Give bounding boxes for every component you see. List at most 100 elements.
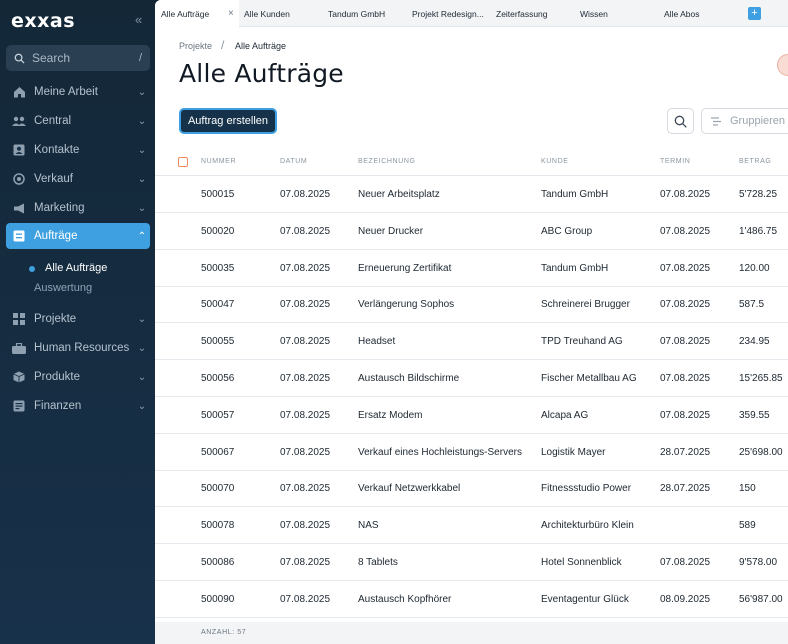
- cell-nummer: 500055: [201, 336, 235, 348]
- cell-nummer: 500035: [201, 262, 235, 274]
- cell-bezeichnung: NAS: [358, 520, 379, 532]
- cell-nummer: 500056: [201, 373, 235, 384]
- cell-datum: 07.08.2025: [280, 262, 331, 274]
- table-row[interactable]: 500035 07.08.2025 Erneuerung Zertifikat Tan…: [155, 250, 788, 287]
- tab-alle-kunden[interactable]: Alle Kunden: [244, 0, 290, 27]
- table-row[interactable]: 500020 07.08.2025 Neuer Drucker ABC Group 07…: [155, 213, 788, 250]
- table-row[interactable]: 500056 07.08.2025 Austausch Bildschirme Fis…: [155, 360, 788, 397]
- group-button[interactable]: Gruppieren: [701, 108, 788, 134]
- cell-datum: 07.08.2025: [280, 483, 331, 495]
- sidebar-item-label: Verkauf: [34, 173, 73, 185]
- column-header-nummer[interactable]: NUMMER: [201, 158, 236, 165]
- add-tab-icon[interactable]: +: [748, 7, 761, 20]
- cell-nummer: 500070: [201, 483, 235, 495]
- active-dot-icon: [29, 266, 35, 272]
- cell-kunde: Eventagentur Glück: [541, 593, 629, 605]
- tab-label: Zeiterfassung: [496, 9, 548, 19]
- tab-zeiterfassung[interactable]: Zeiterfassung: [496, 0, 548, 27]
- column-header-termin[interactable]: TERMIN: [660, 158, 690, 165]
- cell-datum: 07.08.2025: [280, 446, 331, 458]
- target-icon: [12, 172, 26, 186]
- table-footer: ANZAHL: 57: [155, 622, 788, 644]
- chevron-down-icon: ⌄: [137, 115, 147, 127]
- table-row[interactable]: 500086 07.08.2025 8 Tablets Hotel Sonnenbli…: [155, 544, 788, 581]
- sidebar-item-marketing[interactable]: Marketing ⌄: [6, 195, 150, 221]
- cell-termin: 07.08.2025: [660, 225, 711, 237]
- select-all-checkbox[interactable]: [178, 157, 188, 167]
- sidebar-item-human-resources[interactable]: Human Resources ⌄: [6, 335, 150, 361]
- home-icon: [12, 85, 26, 99]
- sidebar-item-meine-arbeit[interactable]: Meine Arbeit ⌄: [6, 79, 150, 105]
- cell-nummer: 500090: [201, 593, 235, 605]
- close-icon[interactable]: ×: [228, 0, 234, 27]
- tab-projekt-redesign[interactable]: Projekt Redesign...: [412, 0, 484, 27]
- table-row[interactable]: 500055 07.08.2025 Headset TPD Treuhand AG 07…: [155, 323, 788, 361]
- sidebar-item-label: Finanzen: [34, 400, 82, 412]
- table-row[interactable]: 500090 07.08.2025 Austausch Kopfhörer Event…: [155, 581, 788, 618]
- cell-kunde: Logistik Mayer: [541, 446, 606, 458]
- megaphone-icon: [12, 201, 26, 215]
- cell-bezeichnung: Verkauf Netzwerkkabel: [358, 483, 461, 495]
- cell-bezeichnung: 8 Tablets: [358, 557, 398, 568]
- cell-nummer: 500015: [201, 189, 235, 200]
- chevron-down-icon: ⌄: [137, 400, 147, 412]
- breadcrumb-current: Alle Aufträge: [235, 41, 287, 51]
- tab-label: Alle Kunden: [244, 9, 290, 19]
- cell-kunde: Schreinerei Brugger: [541, 299, 630, 311]
- column-header-betrag[interactable]: BETRAG: [739, 158, 771, 165]
- column-header-datum[interactable]: DATUM: [280, 158, 307, 165]
- cell-termin: 28.07.2025: [660, 446, 711, 458]
- sidebar-item-label: Central: [34, 115, 72, 127]
- search-shortcut: /: [138, 52, 142, 64]
- sidebar-item-auftraege[interactable]: Aufträge ⌃: [6, 223, 150, 249]
- sidebar-item-label: Marketing: [34, 202, 85, 214]
- cell-bezeichnung: Verlängerung Sophos: [358, 299, 455, 311]
- cell-bezeichnung: Neuer Arbeitsplatz: [358, 189, 440, 200]
- search-button[interactable]: [667, 108, 694, 134]
- collapse-sidebar-icon[interactable]: «: [135, 12, 142, 27]
- cell-nummer: 500078: [201, 520, 235, 532]
- sidebar-item-central[interactable]: Central ⌄: [6, 108, 150, 134]
- tab-tandum-gmbh[interactable]: Tandum GmbH: [328, 0, 385, 27]
- tab-label: Tandum GmbH: [328, 9, 386, 19]
- cell-datum: 07.08.2025: [280, 520, 331, 532]
- sidebar-subitem-alle-auftraege[interactable]: Alle Aufträge: [29, 262, 107, 274]
- table-row[interactable]: 500067 07.08.2025 Verkauf eines Hochleistu…: [155, 434, 788, 471]
- finance-icon: [12, 399, 26, 413]
- column-header-bezeichnung[interactable]: BEZEICHNUNG: [358, 158, 416, 165]
- column-header-kunde[interactable]: KUNDE: [541, 158, 569, 165]
- search-input[interactable]: Search /: [6, 45, 150, 71]
- sidebar-subitem-auswertung[interactable]: Auswertung: [34, 282, 92, 294]
- cell-bezeichnung: Headset: [358, 336, 396, 348]
- cell-datum: 07.08.2025: [280, 557, 331, 568]
- create-order-button[interactable]: Auftrag erstellen: [179, 108, 277, 134]
- avatar[interactable]: [777, 54, 788, 76]
- cell-termin: 28.07.2025: [660, 483, 711, 495]
- table-row[interactable]: 500070 07.08.2025 Verkauf Netzwerkkabel Fit…: [155, 470, 788, 508]
- breadcrumb-parent[interactable]: Projekte: [179, 41, 212, 51]
- chevron-down-icon: ⌄: [137, 86, 147, 98]
- tab-label: Alle Aufträge: [161, 9, 210, 19]
- sidebar-item-label: Projekte: [34, 313, 77, 325]
- tab-alle-abos[interactable]: Alle Abos: [664, 0, 699, 27]
- tab-wissen[interactable]: Wissen: [580, 0, 608, 27]
- table-row[interactable]: 500078 07.08.2025 NAS Architekturbüro Klein…: [155, 507, 788, 545]
- cell-betrag: 15'265.85: [739, 373, 783, 384]
- tab-alle-auftraege[interactable]: Alle Aufträge: [155, 0, 239, 27]
- sidebar-item-projekte[interactable]: Projekte ⌄: [6, 306, 150, 332]
- table-row[interactable]: 500015 07.08.2025 Neuer Arbeitsplatz Tandum…: [155, 176, 788, 213]
- cell-datum: 07.08.2025: [280, 373, 331, 384]
- table-row[interactable]: 500057 07.08.2025 Ersatz Modem Alcapa AG 07.…: [155, 397, 788, 434]
- sidebar-item-produkte[interactable]: Produkte ⌄: [6, 364, 150, 390]
- cell-datum: 07.08.2025: [280, 593, 331, 605]
- cell-bezeichnung: Austausch Kopfhörer: [358, 593, 452, 605]
- table-row[interactable]: 500047 07.08.2025 Verlängerung Sophos Schre…: [155, 286, 788, 324]
- sidebar-item-kontakte[interactable]: Kontakte ⌄: [6, 137, 150, 163]
- cell-betrag: 234.95: [739, 336, 770, 348]
- cell-kunde: Fischer Metallbau AG: [541, 373, 637, 384]
- cell-bezeichnung: Austausch Bildschirme: [358, 373, 460, 384]
- sidebar-item-label: Human Resources: [34, 342, 130, 354]
- sidebar-item-finanzen[interactable]: Finanzen ⌄: [6, 393, 150, 419]
- search-icon: [14, 53, 25, 64]
- sidebar-item-verkauf[interactable]: Verkauf ⌄: [6, 166, 150, 192]
